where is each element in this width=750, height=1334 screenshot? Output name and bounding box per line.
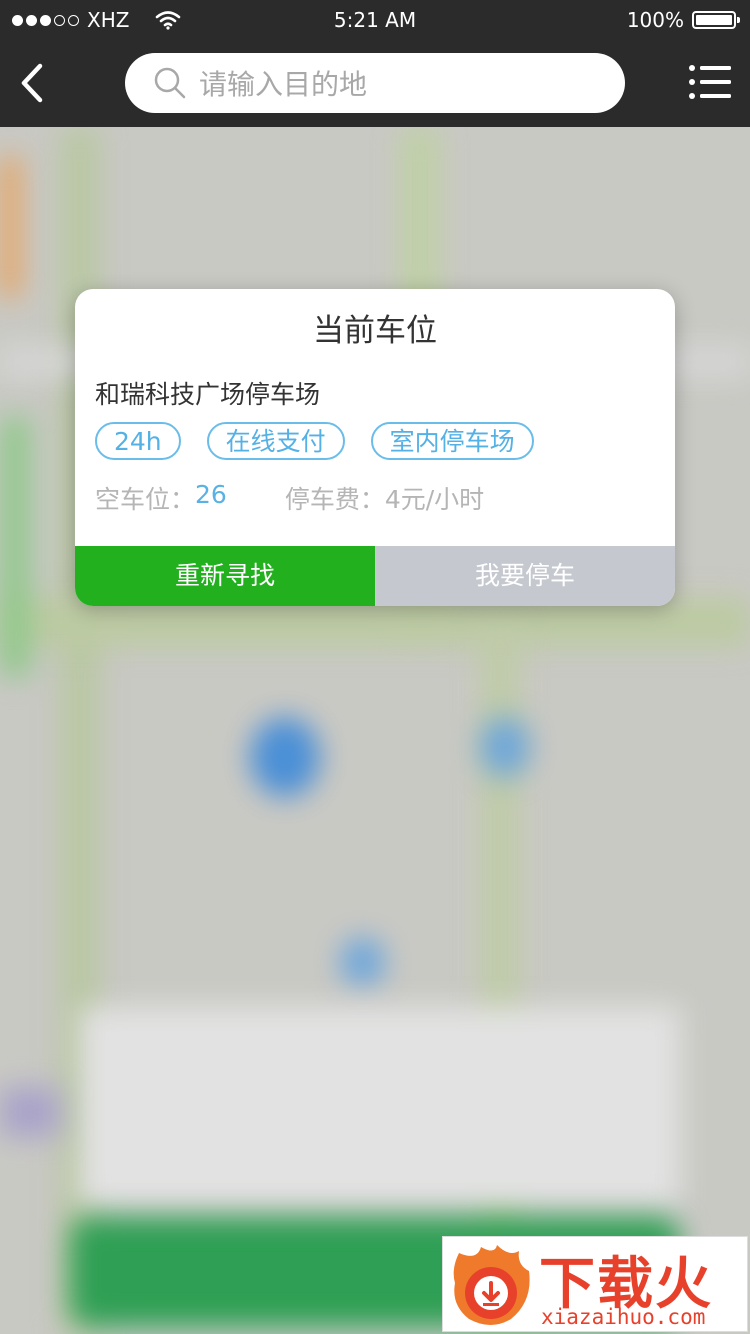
current-parking-card: 当前车位 和瑞科技广场停车场 24h 在线支付 室内停车场 空车位： 26 停车…: [75, 289, 675, 606]
feature-tags: 24h 在线支付 室内停车场: [95, 422, 534, 460]
tag-indoor-parking: 室内停车场: [370, 422, 534, 460]
spaces-label: 空车位：: [95, 485, 196, 514]
back-arrow-icon[interactable]: [14, 60, 54, 106]
parking-info: 空车位： 26 停车费： 4元/小时: [95, 480, 484, 516]
menu-list-icon[interactable]: [688, 62, 732, 102]
spaces-value: 26: [195, 480, 227, 509]
tag-24h: 24h: [95, 422, 181, 460]
status-bar: XHZ 5:21 AM 100%: [0, 0, 750, 40]
card-title: 当前车位: [313, 313, 437, 349]
search-input[interactable]: 请输入目的地: [125, 53, 625, 113]
search-again-button[interactable]: 重新寻找: [75, 546, 375, 606]
search-icon: [154, 67, 186, 99]
park-now-button[interactable]: 我要停车: [375, 546, 675, 606]
battery-icon: [692, 11, 740, 29]
fee-label: 停车费：: [284, 485, 385, 514]
status-right: 100%: [626, 8, 740, 32]
flame-logo-icon: [453, 1245, 530, 1325]
tag-online-payment: 在线支付: [206, 422, 345, 460]
search-placeholder: 请输入目的地: [199, 68, 368, 101]
card-actions: 重新寻找 我要停车: [75, 546, 675, 606]
watermark: 下载火 xiazaihuo.com: [442, 1236, 748, 1332]
battery-percent: 100%: [626, 8, 684, 32]
parking-lot-name: 和瑞科技广场停车场: [95, 380, 321, 409]
watermark-brand-en: xiazaihuo.com: [541, 1305, 706, 1329]
nav-bar: 请输入目的地: [0, 40, 750, 127]
fee-value: 4元/小时: [384, 485, 485, 514]
